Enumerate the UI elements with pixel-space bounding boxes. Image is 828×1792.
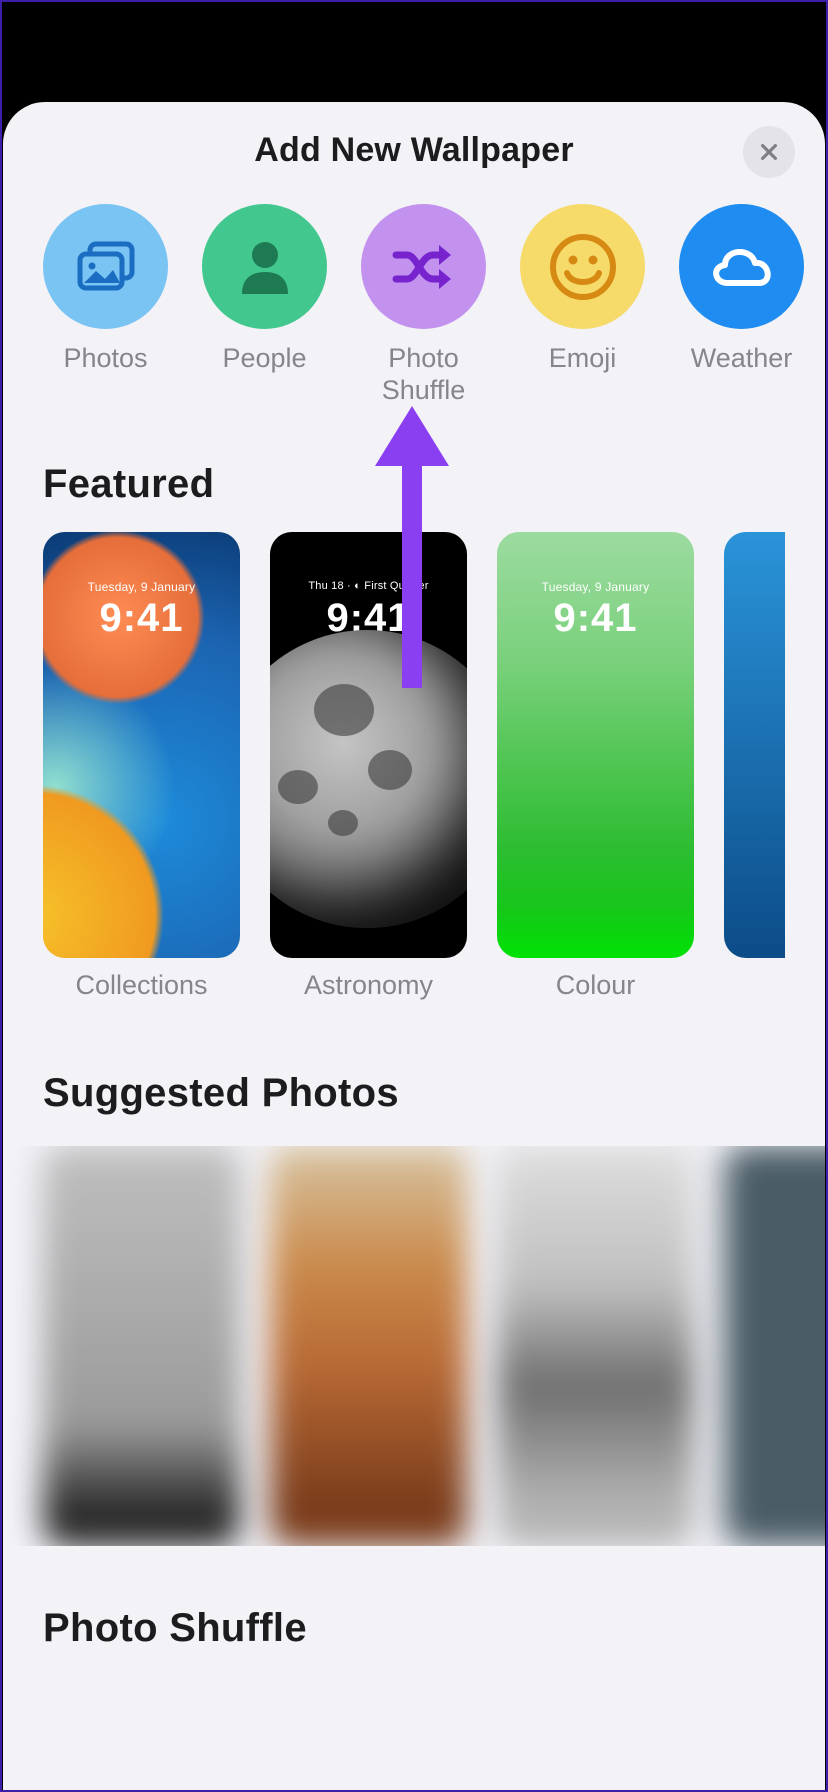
featured-heading: Featured bbox=[43, 462, 785, 507]
category-people[interactable]: People bbox=[202, 204, 327, 407]
suggested-heading: Suggested Photos bbox=[43, 1071, 785, 1116]
featured-astronomy[interactable]: Thu 18 · ◐ First Quarter 9:41 Astronomy bbox=[270, 532, 467, 1001]
suggested-photo[interactable] bbox=[43, 1146, 240, 1546]
sheet-header: Add New Wallpaper bbox=[3, 102, 825, 198]
featured-collections[interactable]: Tuesday, 9 January 9:41 Collections bbox=[43, 532, 240, 1001]
emoji-icon bbox=[547, 231, 619, 303]
category-label: Weather bbox=[691, 343, 793, 375]
category-photo-shuffle[interactable]: Photo Shuffle bbox=[361, 204, 486, 407]
photo-shuffle-heading: Photo Shuffle bbox=[43, 1606, 785, 1651]
category-label: People bbox=[222, 343, 306, 375]
card-label: Collections bbox=[75, 970, 207, 1001]
card-date: Thu 18 · ◐ First Quarter bbox=[270, 580, 467, 592]
close-button[interactable] bbox=[743, 126, 795, 178]
card-label: Astronomy bbox=[304, 970, 433, 1001]
close-icon bbox=[758, 141, 780, 163]
suggested-photo[interactable] bbox=[724, 1146, 825, 1546]
card-date: Tuesday, 9 January bbox=[497, 580, 694, 594]
category-photos[interactable]: Photos bbox=[43, 204, 168, 407]
weather-icon bbox=[707, 241, 777, 293]
wallpaper-sheet: Add New Wallpaper Photos bbox=[3, 102, 825, 1792]
card-time: 9:41 bbox=[497, 596, 694, 641]
featured-row[interactable]: Tuesday, 9 January 9:41 Collections Thu … bbox=[43, 532, 785, 1001]
category-label: Photos bbox=[63, 343, 147, 375]
category-row[interactable]: Photos People Photo Shuffle bbox=[3, 198, 825, 407]
suggested-photo[interactable] bbox=[497, 1146, 694, 1546]
shuffle-icon bbox=[391, 239, 457, 295]
category-emoji[interactable]: Emoji bbox=[520, 204, 645, 407]
featured-colour[interactable]: Tuesday, 9 January 9:41 Colour bbox=[497, 532, 694, 1001]
category-label: Emoji bbox=[549, 343, 617, 375]
card-time: 9:41 bbox=[43, 596, 240, 641]
photos-icon bbox=[75, 239, 137, 295]
card-label: Colour bbox=[556, 970, 636, 1001]
suggested-row[interactable] bbox=[3, 1146, 825, 1546]
person-icon bbox=[237, 238, 293, 296]
card-date: Tuesday, 9 January bbox=[43, 580, 240, 594]
suggested-photo[interactable] bbox=[270, 1146, 467, 1546]
moon-graphic bbox=[270, 630, 467, 928]
featured-more[interactable] bbox=[724, 532, 785, 1001]
category-weather[interactable]: Weather bbox=[679, 204, 804, 407]
sheet-title: Add New Wallpaper bbox=[254, 131, 574, 170]
category-label: Photo Shuffle bbox=[382, 343, 466, 407]
